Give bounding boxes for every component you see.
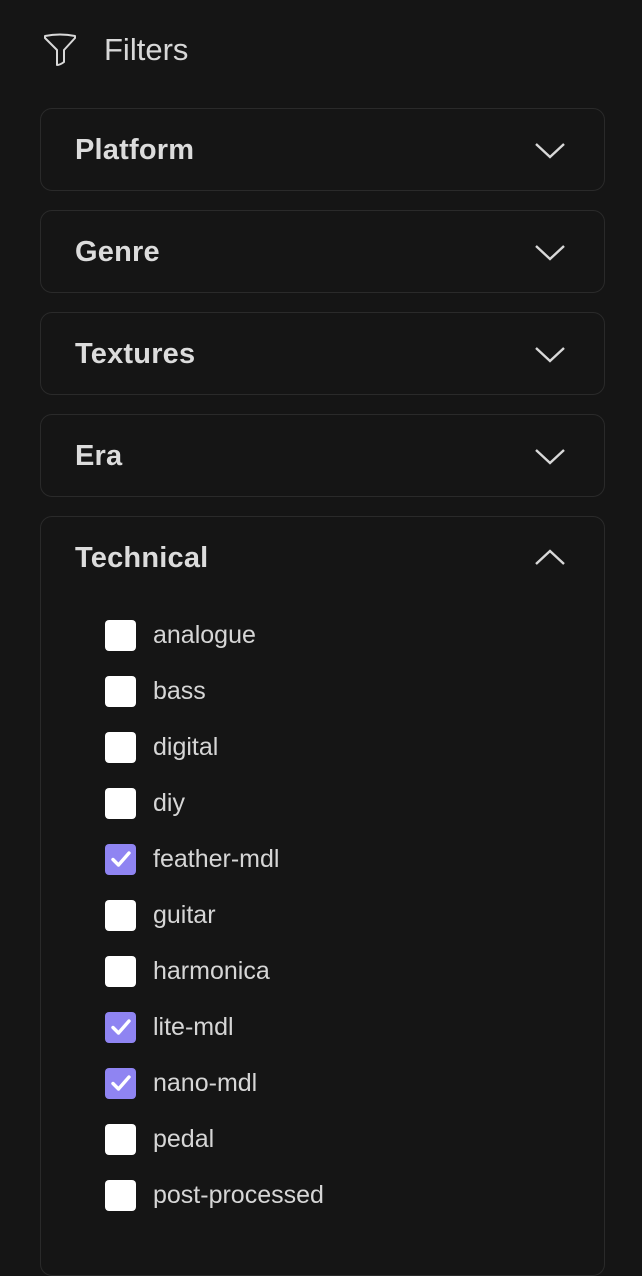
chevron-down-icon [535,245,565,261]
checkbox-label: harmonica [153,956,270,985]
section-genre-toggle[interactable]: Genre [41,211,604,293]
checkbox-option[interactable]: digital [105,719,604,775]
checkbox-label: digital [153,732,219,761]
checkbox-checked[interactable] [105,1011,136,1043]
checkbox-option[interactable]: bass [105,663,604,719]
checkbox-label: bass [153,676,206,705]
checkmark-icon [110,851,131,867]
checkbox-checked[interactable] [105,1067,136,1099]
checkbox-unchecked[interactable] [105,619,136,651]
chevron-up-icon [535,549,565,565]
section-era: Era [40,414,605,497]
section-technical-toggle[interactable]: Technical [41,517,604,599]
checkbox-unchecked[interactable] [105,1179,136,1211]
technical-options-list: analogue bass digital diy feather-mdl guitar h… [41,599,604,1223]
checkbox-unchecked[interactable] [105,955,136,987]
checkbox-option[interactable]: lite-mdl [105,999,604,1055]
checkbox-option[interactable]: feather-mdl [105,831,604,887]
section-title: Era [75,439,123,472]
checkbox-option[interactable]: diy [105,775,604,831]
checkbox-label: lite-mdl [153,1012,234,1041]
section-title: Technical [75,541,209,574]
checkbox-label: post-processed [153,1180,324,1209]
chevron-down-icon [535,347,565,363]
checkbox-option[interactable]: post-processed [105,1167,604,1223]
section-era-toggle[interactable]: Era [41,415,604,497]
section-textures: Textures [40,312,605,395]
checkbox-unchecked[interactable] [105,899,136,931]
checkbox-label: diy [153,788,185,817]
checkmark-icon [110,1075,131,1091]
section-title: Platform [75,133,195,166]
section-technical: Technical analogue bass digital diy feather-… [40,516,605,1276]
checkbox-option[interactable]: harmonica [105,943,604,999]
checkmark-icon [110,1019,131,1035]
checkbox-unchecked[interactable] [105,731,136,763]
checkbox-option[interactable]: pedal [105,1111,604,1167]
filters-title: Filters [104,32,189,67]
checkbox-unchecked[interactable] [105,1123,136,1155]
checkbox-label: guitar [153,900,216,929]
filters-header: Filters [42,30,188,70]
section-title: Textures [75,337,196,370]
checkbox-label: feather-mdl [153,844,280,873]
section-platform-toggle[interactable]: Platform [41,109,604,191]
checkbox-unchecked[interactable] [105,675,136,707]
section-textures-toggle[interactable]: Textures [41,313,604,395]
checkbox-label: pedal [153,1124,215,1153]
filter-icon [44,33,76,66]
checkbox-checked[interactable] [105,843,136,875]
checkbox-label: nano-mdl [153,1068,258,1097]
section-genre: Genre [40,210,605,293]
checkbox-option[interactable]: analogue [105,607,604,663]
checkbox-option[interactable]: nano-mdl [105,1055,604,1111]
chevron-down-icon [535,143,565,159]
checkbox-unchecked[interactable] [105,787,136,819]
checkbox-option[interactable]: guitar [105,887,604,943]
section-title: Genre [75,235,160,268]
chevron-down-icon [535,449,565,465]
section-platform: Platform [40,108,605,191]
checkbox-label: analogue [153,620,256,649]
